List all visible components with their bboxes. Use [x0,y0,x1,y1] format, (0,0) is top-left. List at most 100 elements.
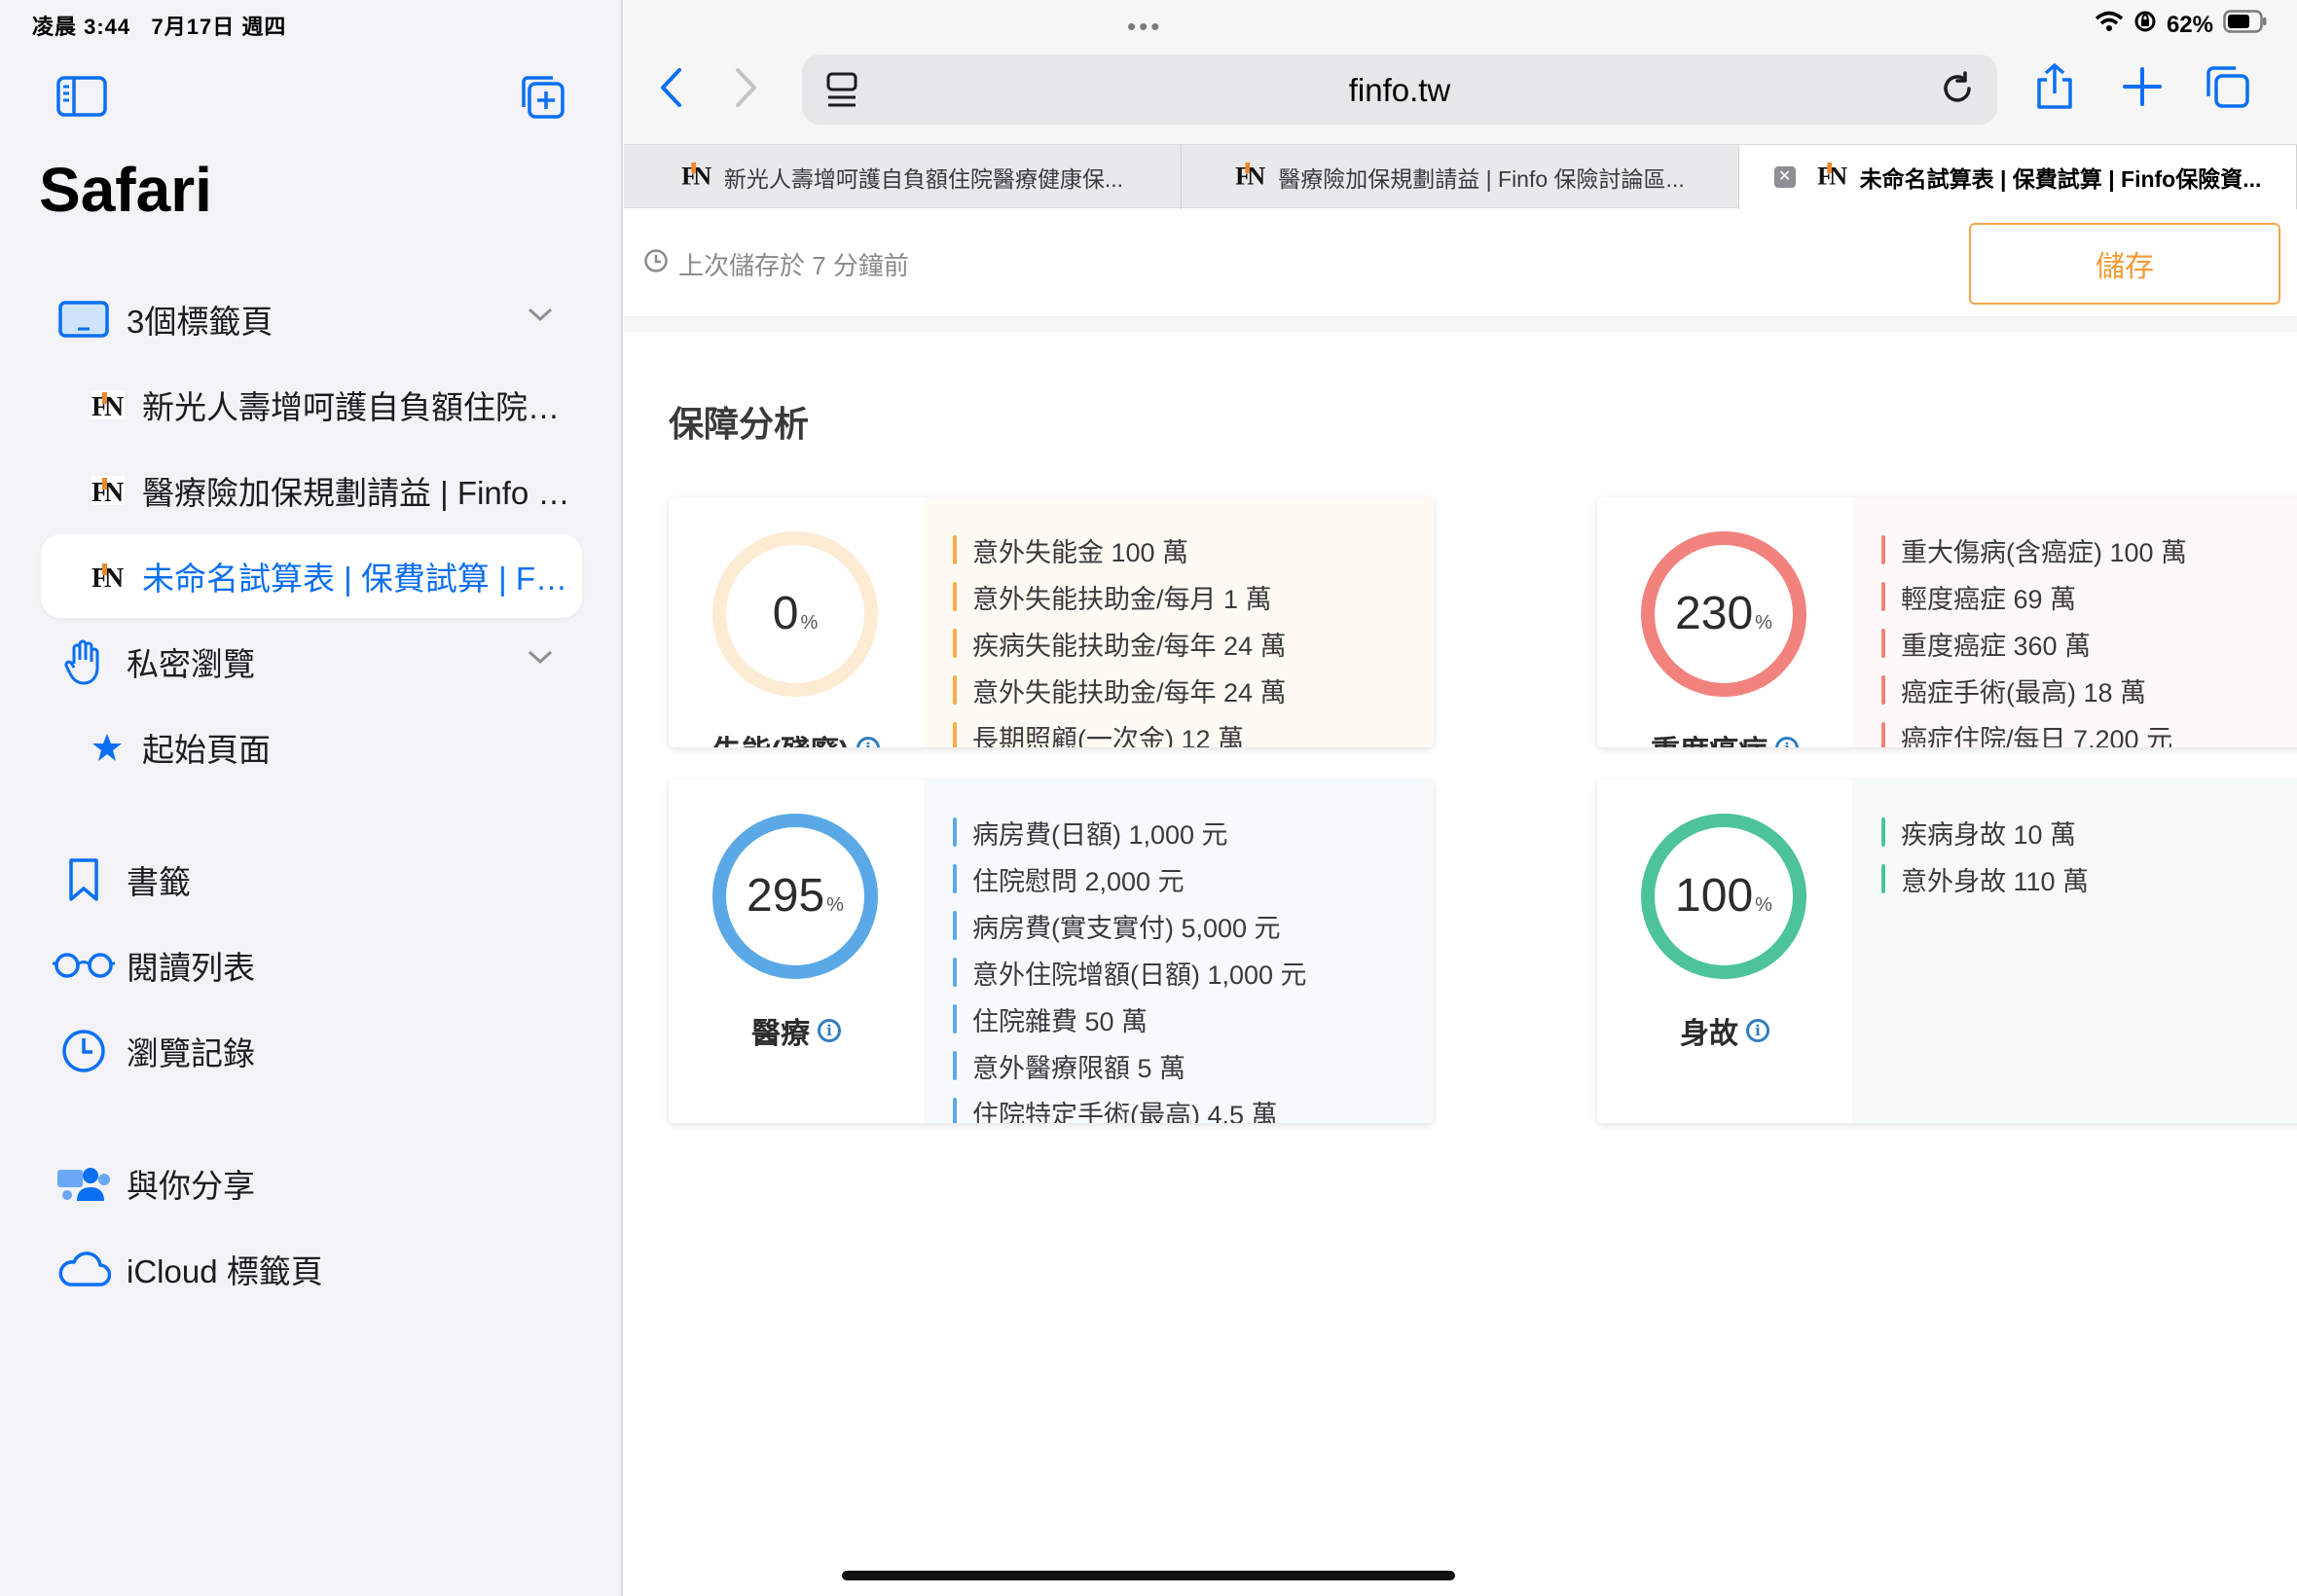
coverage-item: 意外失能金 100 萬 [953,526,1434,573]
coverage-item-bar [953,535,957,564]
coverage-item-text: 癌症手術(最高) 18 萬 [1901,677,2147,707]
coverage-item: 意外身故 110 萬 [1881,855,2297,902]
new-tab-plus-icon[interactable] [2122,66,2163,112]
percent-value: 230 [1675,588,1754,639]
coverage-summary: 0% 失能(殘廢) i [669,497,924,747]
sidebar-tab-item[interactable]: FN 新光人壽增呵護自負額住院醫療健康保險附約 [41,363,582,447]
shared-with-you-icon [41,1164,127,1203]
coverage-item-bar [953,911,957,940]
percent-value: 100 [1675,870,1754,922]
sidebar-history[interactable]: 瀏覽記錄 [41,1009,582,1093]
coverage-item-bar [953,958,957,987]
chevron-down-icon[interactable] [528,307,553,327]
coverage-item-bar [953,864,957,893]
coverage-item-text: 住院慰問 2,000 元 [972,866,1185,896]
status-right: 62% [2095,10,2268,40]
coverage-label: 身故 i [1597,1009,1852,1052]
chevron-down-icon[interactable] [528,649,553,670]
sidebar-tab-label: 未命名試算表 | 保費試算 | Finfo保險資訊平台 [142,561,570,597]
tab-overview-icon[interactable] [2204,64,2250,114]
new-tab-group-icon[interactable] [518,72,566,121]
coverage-item: 疾病身故 10 萬 [1881,809,2297,855]
home-indicator[interactable] [842,1571,1455,1580]
tab-strip: FN 新光人壽增呵護自負額住院醫療健康保... FN 醫療險加保規劃請益 | F… [624,144,2297,209]
coverage-item-bar [953,1004,957,1034]
tab-item[interactable]: FN 醫療險加保規劃請益 | Finfo 保險討論區... [1182,145,1739,209]
coverage-item: 癌症手術(最高) 18 萬 [1881,667,2297,713]
info-icon[interactable]: i [1746,1019,1769,1042]
tab-item-active[interactable]: ✕ FN 未命名試算表 | 保費試算 | Finfo保險資... [1739,145,2297,209]
coverage-percent: 100% [1638,869,1809,923]
status-date: 7月17日 週四 [151,15,287,39]
sidebar-tab-item-active[interactable]: FN 未命名試算表 | 保費試算 | Finfo保險資訊平台 [41,534,582,618]
coverage-ring: 100% [1638,811,1809,982]
coverage-item: 住院慰問 2,000 元 [953,855,1434,902]
forward-button[interactable] [734,66,759,114]
coverage-item-text: 癌症住院/每日 7,200 元 [1901,724,2173,748]
tab-label: 新光人壽增呵護自負額住院醫療健康保... [723,166,1124,192]
url-text: finfo.tw [1348,72,1451,108]
coverage-item-text: 病房費(日額) 1,000 元 [972,819,1228,850]
coverage-card: 0% 失能(殘廢) i 意外失能金 100 萬意外失能扶助金/每月 1 萬疾病失能扶助… [669,497,1434,747]
sidebar-tab-group[interactable]: 3個標籤頁 [41,277,582,361]
back-button[interactable] [658,66,683,114]
coverage-item-text: 重度癌症 360 萬 [1901,631,2092,661]
svg-text:N: N [1829,162,1847,188]
sidebar-tab-label: 新光人壽增呵護自負額住院醫療健康保險附約 [142,389,570,425]
coverage-item-bar [953,722,957,747]
coverage-item-bar [1881,629,1885,658]
info-icon[interactable]: i [856,737,880,747]
share-icon[interactable] [2034,62,2075,116]
last-saved-text: 上次儲存於 7 分鐘前 [678,251,909,280]
coverage-item: 輕度癌症 69 萬 [1881,573,2297,620]
coverage-analysis-page: 保障分析 0% 失能(殘廢) i 意外失能金 100 萬意外失能扶助金/每月 1 萬疾… [624,332,2297,1596]
save-button[interactable]: 儲存 [1969,223,2280,305]
sidebar-toggle-icon[interactable] [56,76,107,117]
coverage-item-bar [953,1098,957,1123]
coverage-item-bar [953,582,957,611]
coverage-item-text: 病房費(實支實付) 5,000 元 [972,913,1281,943]
sidebar-start-page[interactable]: 起始頁面 [41,706,582,789]
coverage-card: 230% 重度癌症 i 重大傷病(含癌症) 100 萬輕度癌症 69 萬重度癌症 36… [1597,497,2297,747]
svg-text:N: N [1248,162,1266,188]
address-bar[interactable]: finfo.tw [802,54,1997,125]
coverage-label-text: 醫療 [751,1018,810,1050]
coverage-item-bar [1881,675,1885,705]
coverage-item-text: 輕度癌症 69 萬 [1901,584,2077,614]
coverage-item-text: 疾病失能扶助金/每年 24 萬 [972,631,1287,661]
coverage-label: 失能(殘廢) i [669,727,924,747]
tablet-icon [41,301,127,338]
sidebar-private-browsing[interactable]: 私密瀏覽 [41,620,582,704]
percent-unit: % [1755,612,1772,634]
coverage-summary: 100% 身故 i [1597,780,1852,1123]
info-icon[interactable]: i [818,1019,841,1042]
percent-unit: % [800,612,819,634]
sidebar-icloud-tabs[interactable]: iCloud 標籤頁 [41,1227,582,1311]
coverage-percent: 230% [1638,587,1809,640]
sidebar-bookmarks[interactable]: 書籤 [41,838,582,922]
close-tab-icon[interactable]: ✕ [1773,166,1796,188]
coverage-item-bar [1881,535,1885,564]
coverage-item: 疾病失能扶助金/每年 24 萬 [953,620,1434,667]
coverage-item-text: 重大傷病(含癌症) 100 萬 [1901,537,2188,567]
coverage-item-text: 住院雜費 50 萬 [972,1006,1148,1036]
sidebar-tab-item[interactable]: FN 醫療險加保規劃請益 | Finfo 保險討論區 [41,449,582,532]
tab-item[interactable]: FN 新光人壽增呵護自負額住院醫療健康保... [624,145,1182,209]
multitasking-dots-icon[interactable]: ••• [1127,12,1162,42]
info-icon[interactable]: i [1775,737,1799,747]
reload-icon[interactable] [1939,70,1976,112]
coverage-item-text: 意外失能金 100 萬 [972,537,1189,567]
coverage-item-text: 長期照顧(一次金) 12 萬 [972,724,1245,748]
coverage-label: 重度癌症 i [1597,727,1852,747]
finfo-favicon-icon: FN [1235,161,1266,194]
private-label: 私密瀏覽 [127,646,255,682]
coverage-item-text: 意外失能扶助金/每年 24 萬 [972,677,1287,707]
sidebar-tab-label: 醫療險加保規劃請益 | Finfo 保險討論區 [142,475,570,511]
coverage-item: 意外失能扶助金/每月 1 萬 [953,573,1434,620]
finfo-favicon-icon: FN [1817,161,1848,194]
coverage-item: 意外住院增額(日額) 1,000 元 [953,949,1434,996]
sidebar-shared-with-you[interactable]: 與你分享 [41,1142,582,1225]
sidebar-reading-list[interactable]: 閱讀列表 [41,924,582,1007]
percent-value: 295 [747,870,825,922]
coverage-item-bar [1881,864,1885,893]
